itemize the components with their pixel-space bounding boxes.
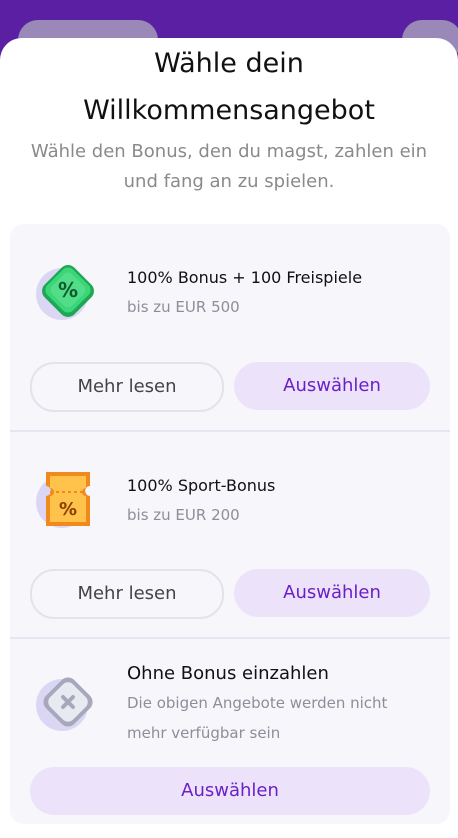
read-more-button[interactable]: Mehr lesen <box>30 362 224 412</box>
percent-ticket-icon: % <box>36 472 90 528</box>
divider <box>10 637 450 639</box>
select-button[interactable]: Auswählen <box>30 767 430 815</box>
no-bonus-x-icon <box>36 677 93 731</box>
page-subtitle: Wähle den Bonus, den du magst, zahlen ei… <box>30 141 428 192</box>
offer-title: Ohne Bonus einzahlen <box>127 663 329 684</box>
svg-text:%: % <box>58 278 78 302</box>
divider <box>10 430 450 432</box>
title-line-2: Willkommensangebot <box>83 95 375 126</box>
offer-subtitle-line-1: Die obigen Angebote werden nicht <box>127 694 388 712</box>
offer-subtitle-line-2: mehr verfügbar sein <box>127 724 281 742</box>
offer-title: 100% Sport-Bonus <box>127 476 276 495</box>
offer-title: 100% Bonus + 100 Freispiele <box>127 268 363 287</box>
offer-subtitle: bis zu EUR 500 <box>127 298 240 316</box>
select-button[interactable]: Auswählen <box>234 569 430 617</box>
page-title: Wähle dein Willkommensangebot <box>0 40 458 134</box>
svg-text:%: % <box>59 499 77 520</box>
select-button[interactable]: Auswählen <box>234 362 430 410</box>
title-line-1: Wähle dein <box>154 48 304 79</box>
read-more-button[interactable]: Mehr lesen <box>30 569 224 619</box>
offer-subtitle: bis zu EUR 200 <box>127 506 240 524</box>
percent-diamond-icon: % <box>36 265 94 320</box>
